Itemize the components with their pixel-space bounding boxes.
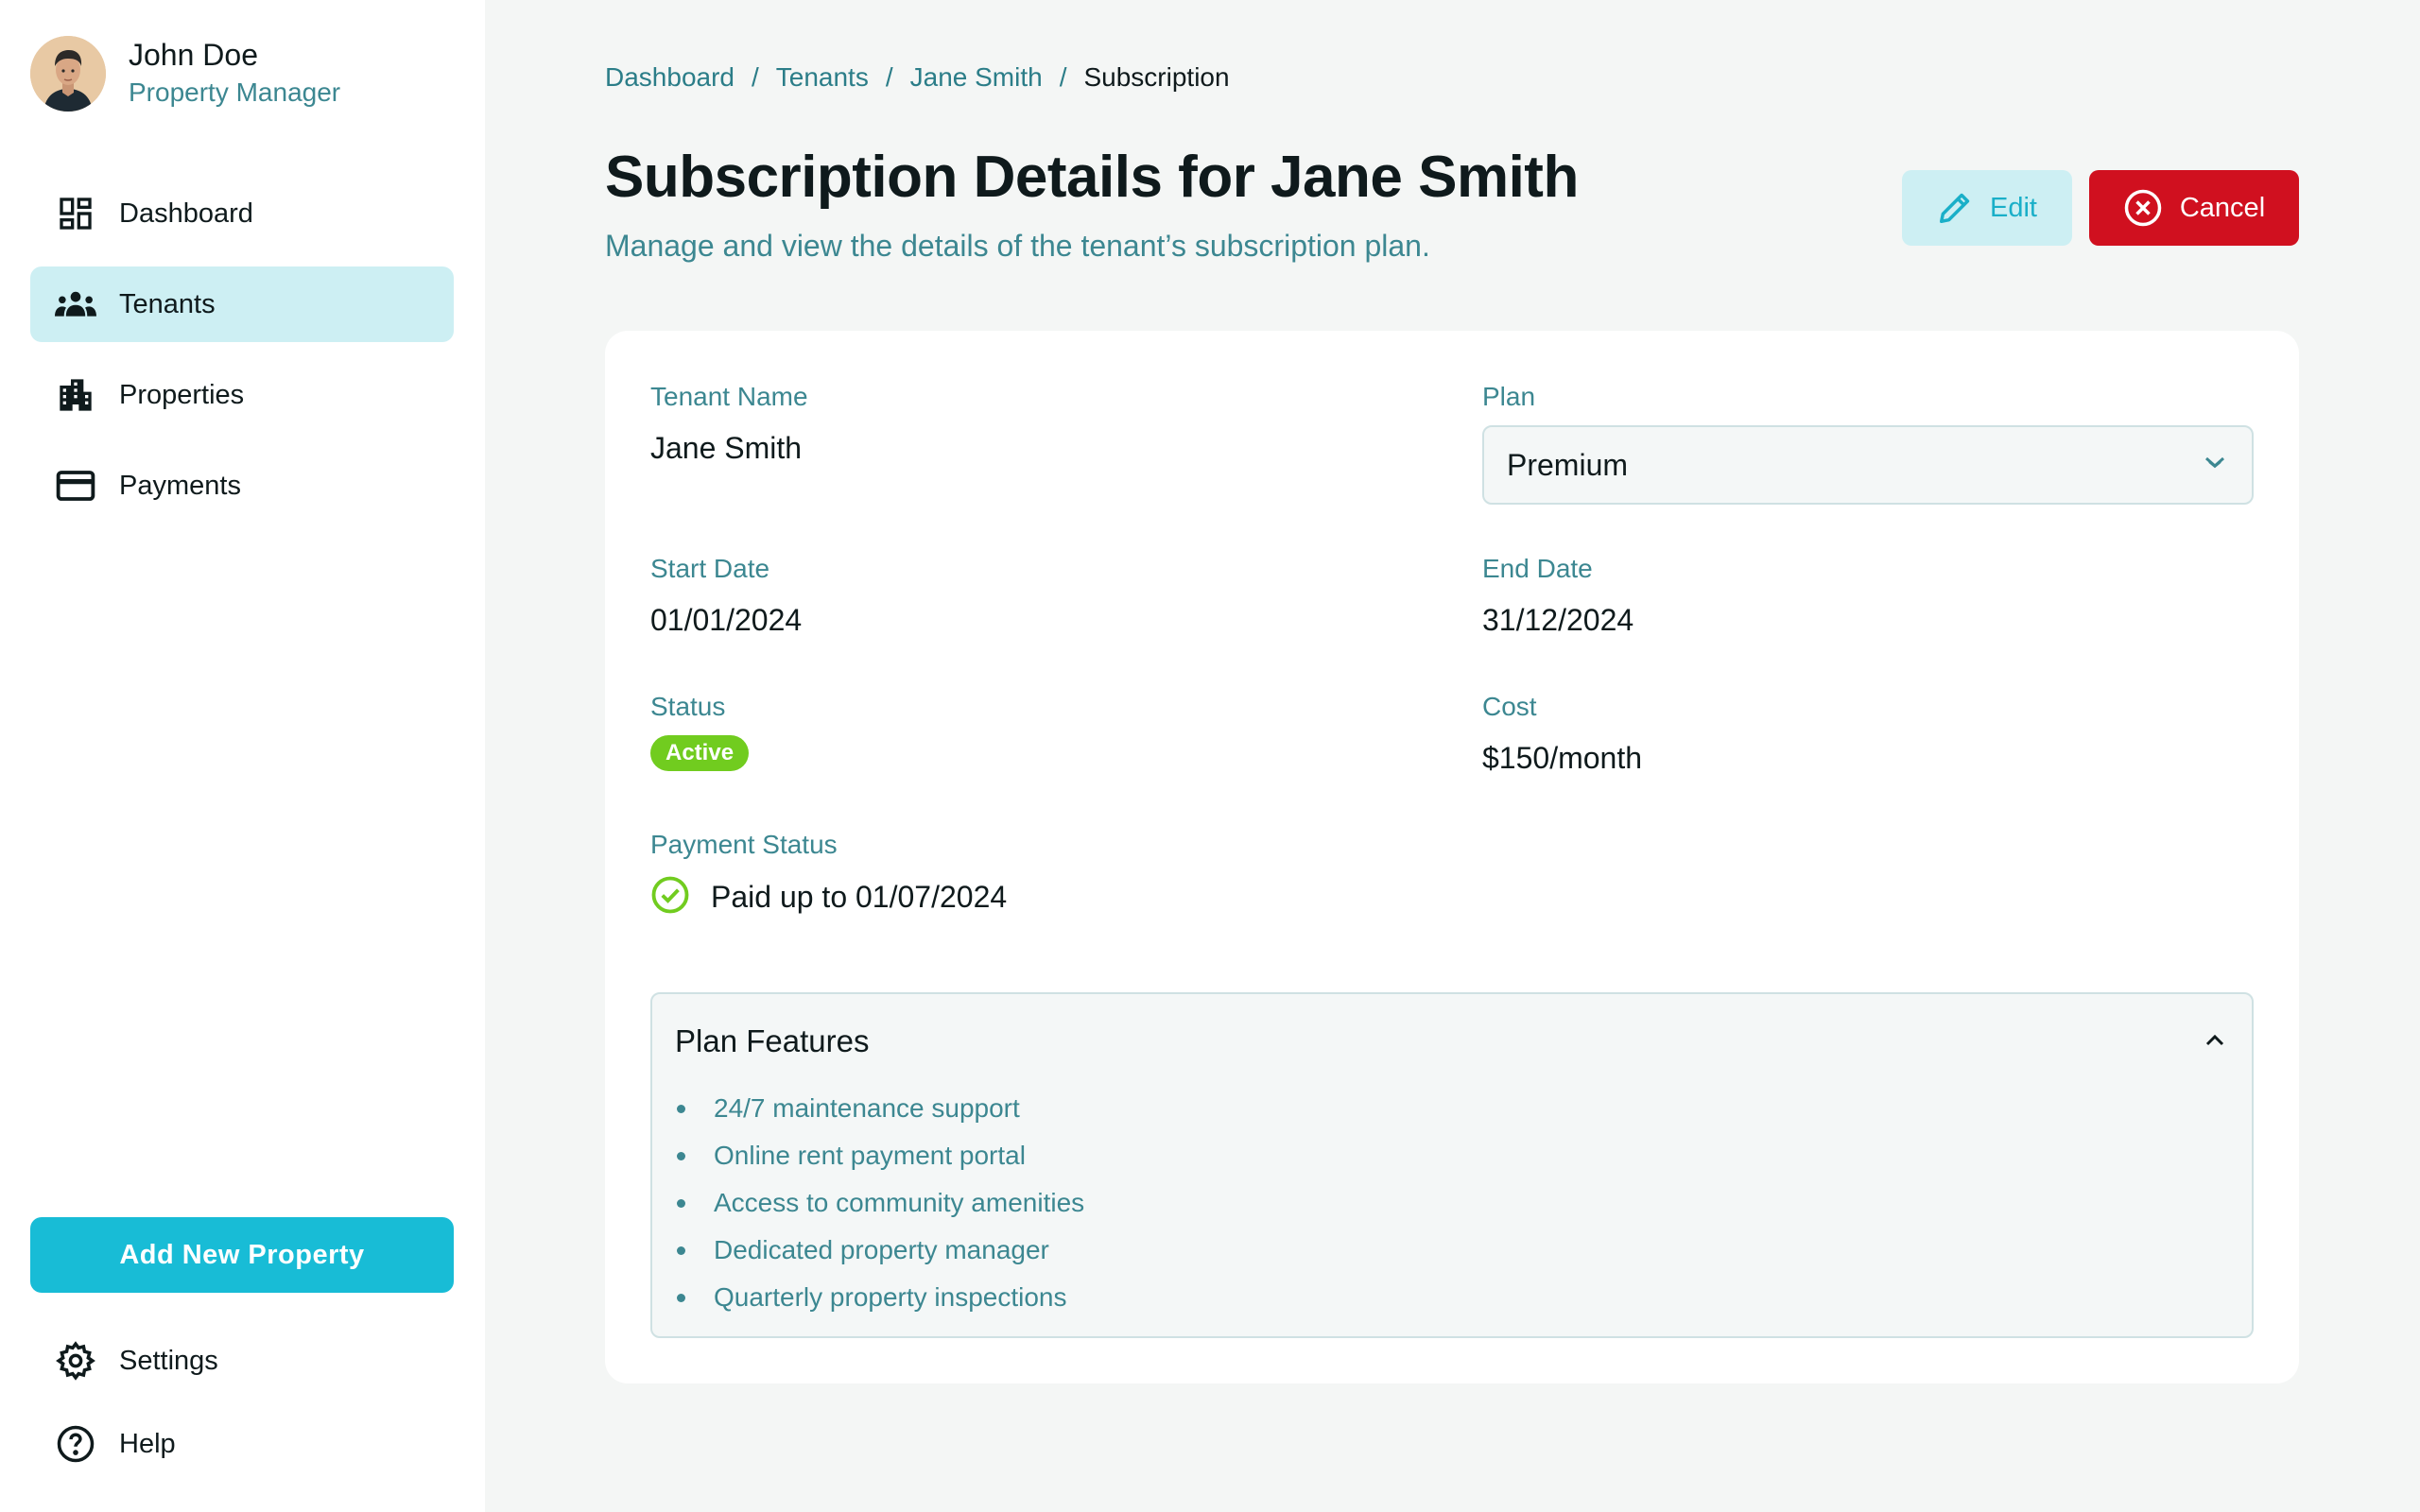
credit-card-icon — [55, 465, 96, 507]
status-label: Status — [650, 692, 726, 721]
end-date-value: 31/12/2024 — [1482, 603, 1634, 637]
cost-field: Cost $150/month — [1482, 690, 1642, 779]
edit-button[interactable]: Edit — [1902, 170, 2072, 246]
breadcrumb-dashboard[interactable]: Dashboard — [605, 62, 735, 93]
cancel-button-label: Cancel — [2179, 192, 2266, 223]
building-icon — [55, 374, 96, 416]
sidebar-item-label: Dashboard — [119, 198, 253, 229]
end-date-field: End Date 31/12/2024 — [1482, 552, 1634, 641]
list-item: Quarterly property inspections — [675, 1274, 2252, 1321]
cancel-button[interactable]: Cancel — [2089, 170, 2299, 246]
start-date-field: Start Date 01/01/2024 — [650, 552, 802, 641]
feature-text: Online rent payment portal — [714, 1141, 1026, 1170]
feature-text: Dedicated property manager — [714, 1235, 1049, 1264]
start-date-value: 01/01/2024 — [650, 603, 803, 637]
tenant-name-label: Tenant Name — [650, 382, 808, 411]
sidebar-bottom-nav: Settings Help — [30, 1323, 454, 1489]
user-name: John Doe — [129, 38, 258, 72]
payment-status-value: Paid up to 01/07/2024 — [711, 880, 1008, 914]
list-item: 24/7 maintenance support — [675, 1085, 2252, 1132]
plan-select[interactable]: Premium — [1482, 425, 2254, 505]
plan-field: Plan Premium — [1482, 380, 2254, 505]
sidebar-nav: Dashboard Tenants Properties Payments — [30, 176, 454, 539]
bullet-icon — [677, 1104, 685, 1113]
payment-status-field: Payment Status Paid up to 01/07/2024 — [650, 828, 1007, 919]
breadcrumb-current: Subscription — [1083, 62, 1230, 92]
avatar — [30, 36, 106, 112]
sidebar-item-label: Tenants — [119, 288, 216, 319]
feature-text: Access to community amenities — [714, 1188, 1085, 1217]
group-icon — [55, 284, 96, 325]
subscription-card: Tenant Name Jane Smith Plan Premium Star… — [605, 331, 2299, 1383]
breadcrumb-tenants[interactable]: Tenants — [776, 62, 869, 93]
page-subtitle: Manage and view the details of the tenan… — [605, 229, 1430, 263]
breadcrumb-separator: / — [885, 62, 893, 92]
gear-icon — [55, 1340, 96, 1382]
plan-label: Plan — [1482, 382, 1536, 411]
sidebar-item-settings[interactable]: Settings — [30, 1323, 454, 1399]
list-item: Online rent payment portal — [675, 1132, 2252, 1179]
status-badge: Active — [650, 735, 750, 771]
plan-features-panel: Plan Features 24/7 maintenance support O… — [650, 992, 2254, 1338]
sidebar-item-label: Settings — [119, 1345, 218, 1376]
cost-label: Cost — [1482, 692, 1537, 721]
tenant-name-value: Jane Smith — [650, 431, 803, 465]
list-item: Access to community amenities — [675, 1179, 2252, 1227]
check-circle-icon — [650, 875, 690, 919]
list-item: Dedicated property manager — [675, 1227, 2252, 1274]
sidebar-item-label: Help — [119, 1428, 176, 1459]
plan-features-toggle[interactable]: Plan Features — [652, 994, 2252, 1089]
chevron-up-icon — [2201, 1030, 2229, 1054]
chevron-down-icon — [2201, 454, 2229, 477]
status-field: Status Active — [650, 690, 750, 771]
sidebar-item-help[interactable]: Help — [30, 1406, 454, 1482]
feature-text: 24/7 maintenance support — [714, 1093, 1020, 1123]
bullet-icon — [677, 1246, 685, 1255]
edit-button-label: Edit — [1990, 192, 2037, 223]
sidebar-item-properties[interactable]: Properties — [30, 357, 454, 433]
add-new-property-button[interactable]: Add New Property — [30, 1217, 454, 1293]
bullet-icon — [677, 1198, 685, 1208]
payment-status-label: Payment Status — [650, 830, 838, 859]
plan-features-title: Plan Features — [675, 1023, 870, 1058]
sidebar-item-dashboard[interactable]: Dashboard — [30, 176, 454, 251]
breadcrumb-tenant[interactable]: Jane Smith — [910, 62, 1043, 93]
feature-text: Quarterly property inspections — [714, 1282, 1067, 1312]
cancel-circle-icon — [2123, 188, 2163, 228]
plan-features-list: 24/7 maintenance support Online rent pay… — [652, 1085, 2252, 1321]
dashboard-icon — [55, 193, 96, 234]
plan-select-value: Premium — [1507, 447, 1629, 482]
start-date-label: Start Date — [650, 554, 770, 583]
end-date-label: End Date — [1482, 554, 1593, 583]
breadcrumb-separator: / — [751, 62, 759, 92]
sidebar-item-label: Properties — [119, 379, 245, 410]
page-title: Subscription Details for Jane Smith — [605, 145, 1579, 210]
tenant-name-field: Tenant Name Jane Smith — [650, 380, 808, 469]
breadcrumb-separator: / — [1059, 62, 1067, 92]
sidebar: John Doe Property Manager Dashboard Tena… — [0, 0, 485, 1512]
sidebar-item-label: Payments — [119, 470, 241, 501]
sidebar-item-tenants[interactable]: Tenants — [30, 266, 454, 342]
user-profile[interactable]: John Doe Property Manager — [30, 36, 340, 112]
bullet-icon — [677, 1293, 685, 1302]
pencil-icon — [1937, 190, 1973, 226]
bullet-icon — [677, 1151, 685, 1160]
user-role: Property Manager — [129, 77, 341, 107]
breadcrumb: Dashboard / Tenants / Jane Smith / Subsc… — [605, 62, 1230, 93]
cost-value: $150/month — [1482, 741, 1643, 775]
sidebar-item-payments[interactable]: Payments — [30, 448, 454, 524]
help-icon — [55, 1423, 96, 1465]
